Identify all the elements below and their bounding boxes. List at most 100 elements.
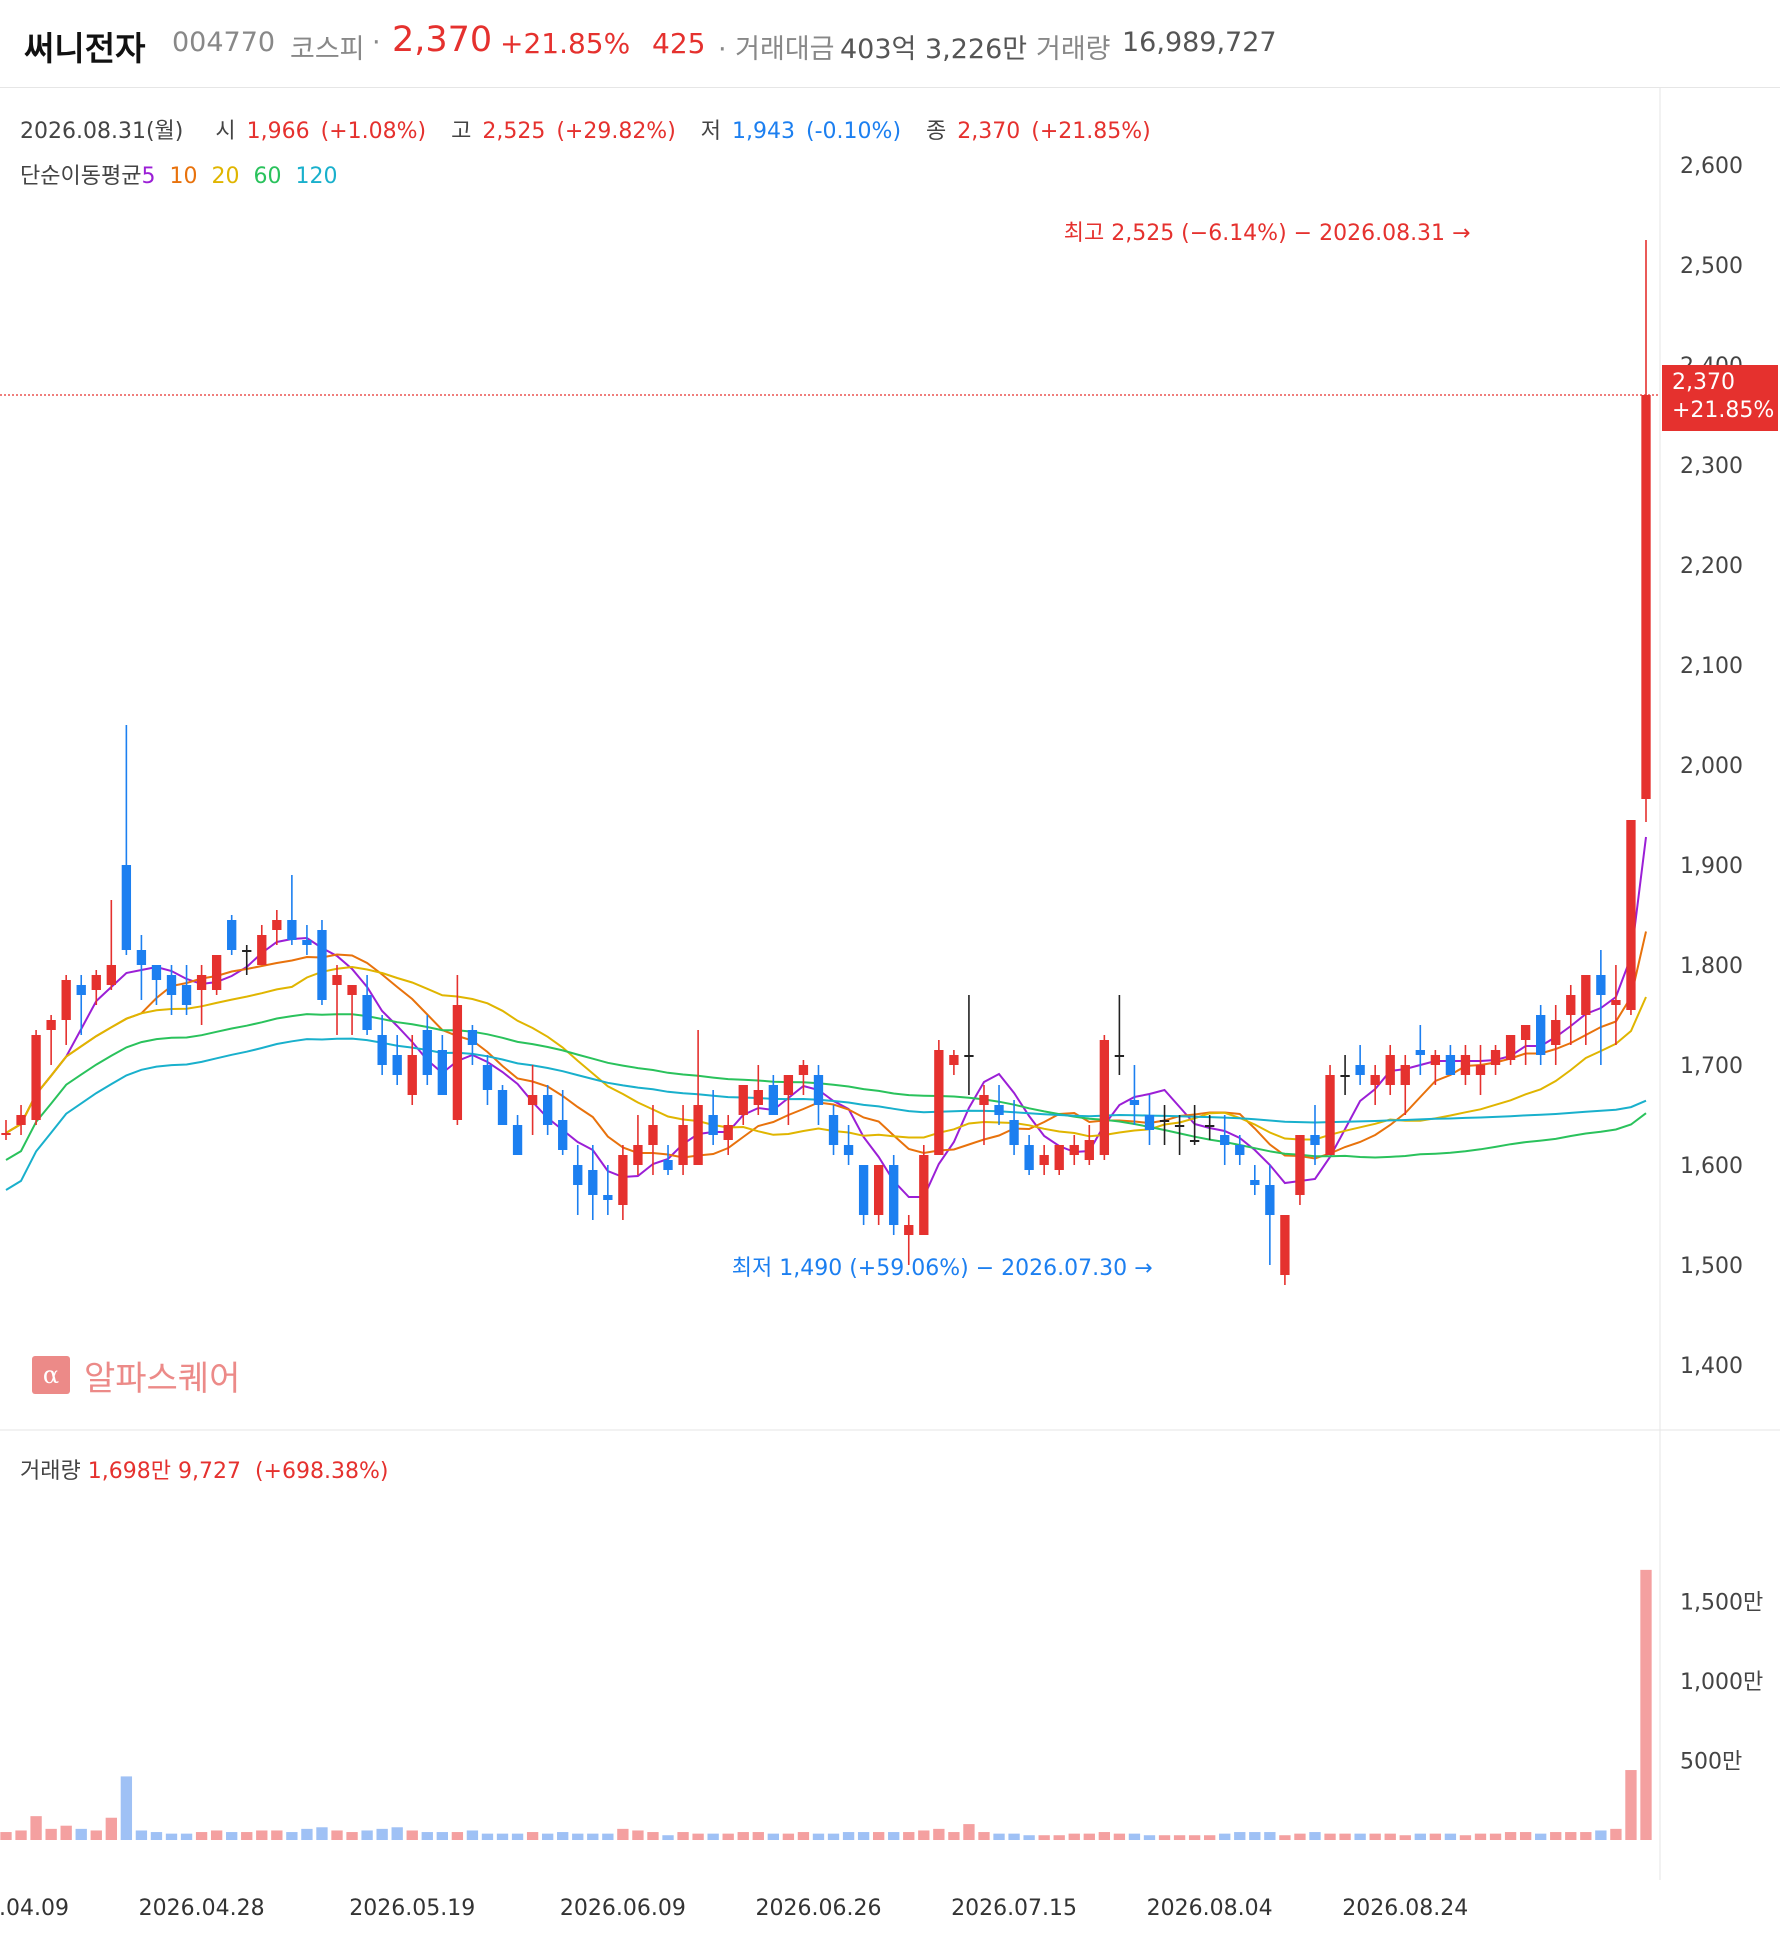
open-rate: (+1.08%) (320, 119, 427, 144)
volume-bar (767, 1833, 780, 1840)
volume-bar (602, 1833, 614, 1840)
candle-body (1460, 1055, 1471, 1075)
candle-body (1174, 1125, 1185, 1127)
volume-bar (1610, 1828, 1622, 1840)
high-annotation: 최고 2,525 (−6.14%) − 2026.08.31 → (1064, 221, 1471, 246)
candle-body (828, 1115, 839, 1145)
volume-bar (286, 1832, 298, 1840)
volume-bar (677, 1832, 689, 1840)
candle-body (873, 1165, 884, 1215)
close-rate: (+21.85%) (1031, 119, 1151, 144)
candle-body (919, 1155, 929, 1235)
candle-body (633, 1145, 643, 1165)
volume-bar (782, 1833, 795, 1840)
volume-bar (271, 1830, 283, 1840)
x-tick-label: 2026.08.24 (1342, 1896, 1468, 1921)
candle-body (1551, 1020, 1561, 1045)
low-value: 1,943 (732, 119, 796, 144)
high-label: 고 (451, 119, 472, 144)
volume-bar (993, 1833, 1005, 1840)
low-rate: (-0.10%) (806, 119, 902, 144)
open-value: 1,966 (246, 119, 310, 144)
volume-bar (1580, 1832, 1592, 1840)
volume-legend-value2: 9,727 (177, 1459, 241, 1484)
volume-tick-label: 1,500만 (1680, 1591, 1763, 1616)
candle-body (46, 1020, 56, 1030)
candle-body (843, 1145, 854, 1155)
volume-bar (1369, 1833, 1381, 1840)
candle-body (768, 1085, 779, 1115)
candle-body (317, 930, 327, 1000)
candle-body (151, 965, 162, 980)
candle-body (1340, 1075, 1350, 1077)
candle-body (196, 975, 207, 990)
candle-body (377, 1035, 387, 1065)
candle-body (1054, 1145, 1064, 1170)
last-price-tag-value: 2,370 (1672, 370, 1735, 395)
volume-bar (1489, 1833, 1502, 1840)
volume-bar (301, 1828, 313, 1840)
volume-bar (451, 1832, 464, 1840)
candle-body (1114, 1055, 1125, 1057)
candle-body (482, 1065, 493, 1090)
candle-body (994, 1105, 1004, 1115)
candle-body (287, 920, 297, 940)
low-label: 저 (700, 119, 722, 144)
candle-body (1129, 1100, 1140, 1105)
volume-bar (1038, 1835, 1050, 1840)
candle-body (512, 1125, 523, 1155)
volume-bar (572, 1833, 584, 1840)
volume-bar (75, 1828, 87, 1840)
candle-body (889, 1165, 899, 1225)
ma-legend: 단순이동평균5 10 20 60 120 (20, 158, 337, 190)
volume-bar (617, 1828, 629, 1840)
candle-body (964, 1055, 974, 1057)
volume-legend-value: 1,698만 (87, 1459, 171, 1484)
candle-body (813, 1075, 824, 1105)
price-tick-label: 1,400 (1680, 1354, 1743, 1379)
volume-bar (1053, 1835, 1065, 1840)
volume-bar (842, 1832, 855, 1840)
candle-body (1235, 1145, 1245, 1155)
ma-5-label: 5 (141, 164, 156, 189)
volume-bar (1504, 1832, 1517, 1840)
volume-bar (963, 1824, 975, 1840)
ma-60-label: 60 (253, 164, 282, 189)
candle-body (181, 985, 192, 1005)
candle-body (979, 1095, 989, 1105)
volume-bar (978, 1832, 990, 1840)
candle-body (211, 955, 222, 990)
volume-legend-label: 거래량 (20, 1459, 81, 1484)
candle-body (31, 1035, 41, 1120)
candle-body (603, 1195, 613, 1200)
price-tick-label: 1,500 (1680, 1254, 1743, 1279)
candle-body (136, 950, 147, 965)
price-chart[interactable]: 1,400 1,500 1,600 1,700 1,800 1,900 2,000 2,100… (0, 0, 1780, 1934)
volume-bar (1083, 1833, 1095, 1840)
volume-bar (346, 1832, 358, 1840)
candle-body (527, 1095, 538, 1105)
volume-bar (1354, 1833, 1366, 1840)
candle-body (1385, 1055, 1395, 1085)
volume-bar (1625, 1770, 1637, 1840)
candle-body (1084, 1140, 1094, 1160)
candle-body (1, 1133, 11, 1135)
volume-bar (1188, 1835, 1201, 1840)
ohlc-date: 2026.08.31(월) (20, 119, 184, 144)
volume-bar (1444, 1833, 1457, 1840)
volume-bar (135, 1830, 148, 1840)
candle-body (497, 1090, 508, 1125)
candle-body (1445, 1055, 1456, 1075)
volume-bar (406, 1830, 418, 1840)
volume-bar (165, 1833, 178, 1840)
candle-body (452, 1005, 463, 1120)
volume-bar (707, 1833, 719, 1840)
volume-bar (421, 1832, 433, 1840)
candle-body (678, 1125, 688, 1165)
volume-bar (797, 1832, 810, 1840)
volume-bar (812, 1833, 825, 1840)
volume-bar (722, 1833, 734, 1840)
volume-bar (30, 1816, 42, 1840)
volume-bar (60, 1825, 72, 1840)
candle-body (166, 975, 177, 995)
